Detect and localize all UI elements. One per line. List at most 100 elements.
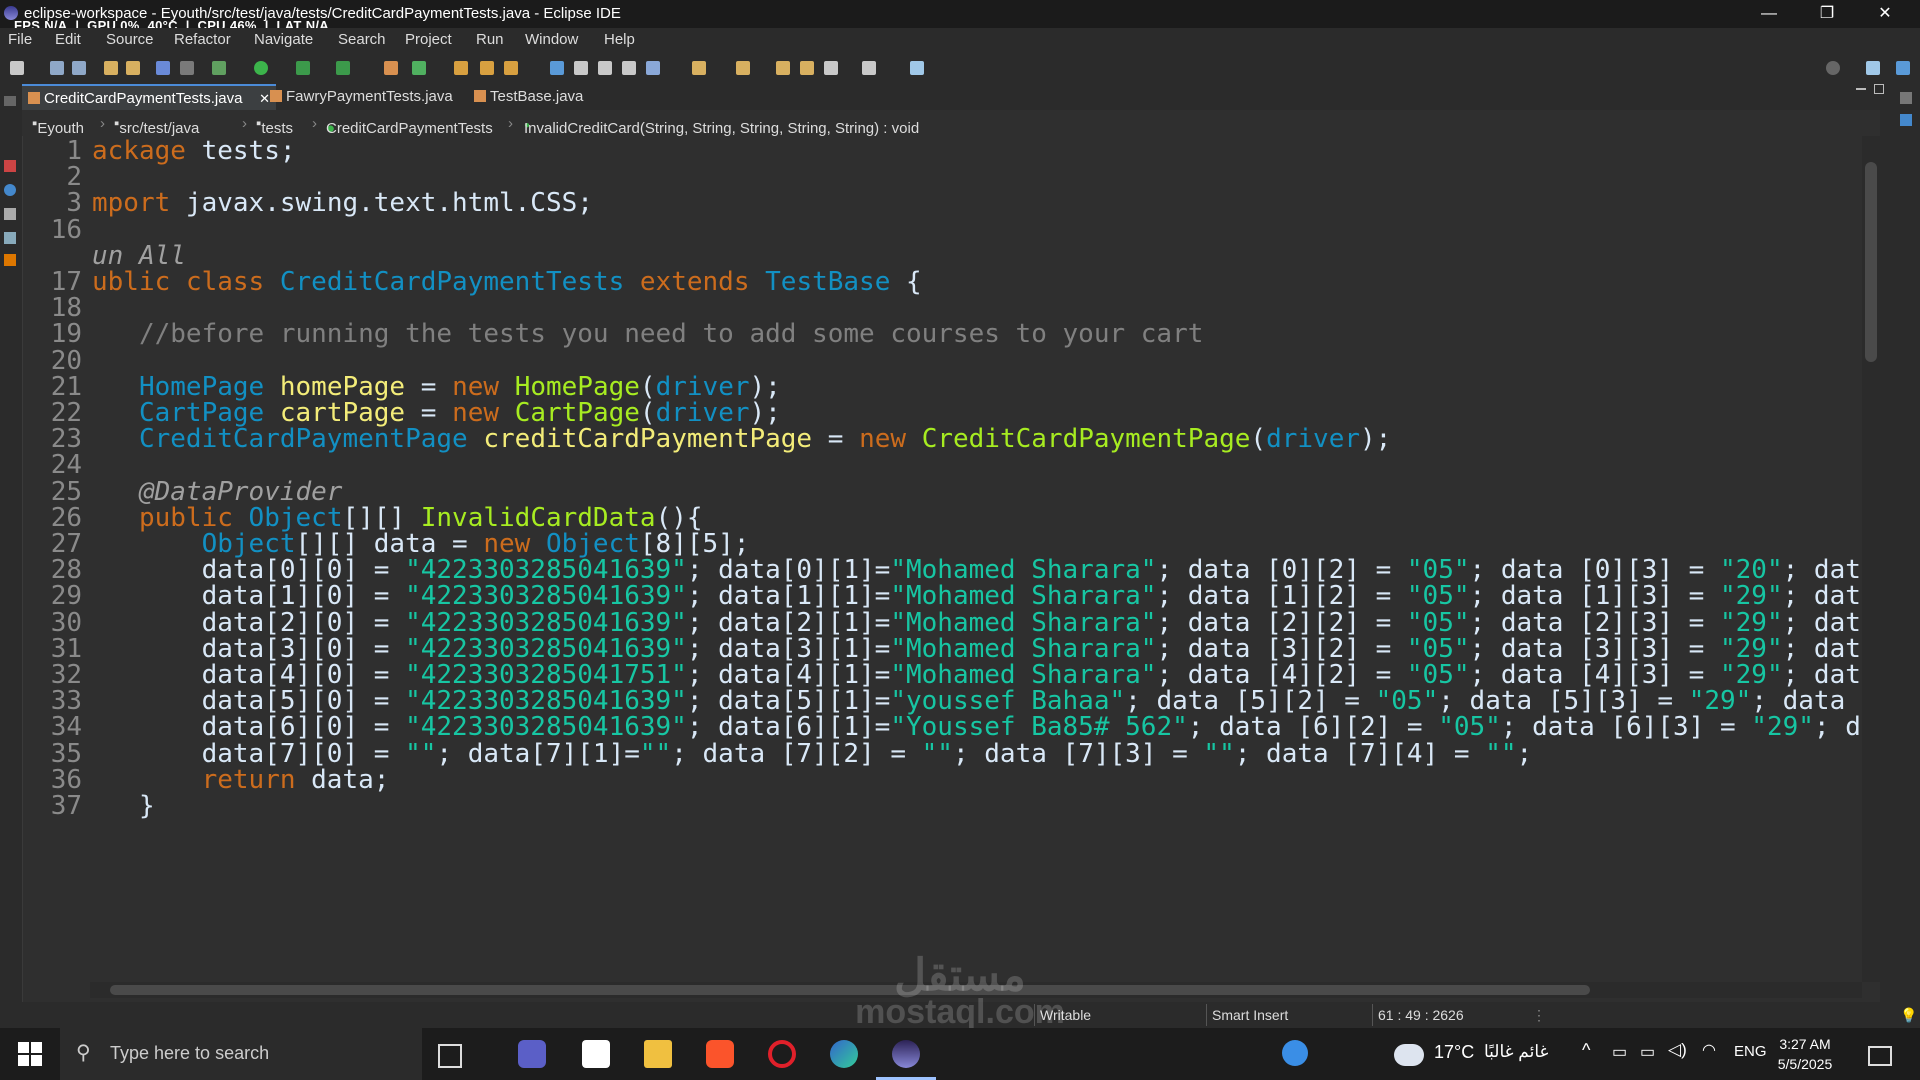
undo-icon[interactable] xyxy=(104,61,118,75)
menu-project[interactable]: Project xyxy=(405,31,452,48)
new-package-icon[interactable] xyxy=(384,61,398,75)
minimize-button[interactable]: — xyxy=(1740,0,1798,28)
edge-browser-icon[interactable] xyxy=(830,1040,858,1068)
battery-icon[interactable]: ▭ xyxy=(1640,1042,1655,1062)
breadcrumb: ▪ Eyouth › ▪ src/test/java › ▪ tests › ●… xyxy=(22,110,1880,137)
weather-cloud-icon[interactable] xyxy=(1394,1044,1424,1066)
menu-edit[interactable]: Edit xyxy=(55,31,81,48)
open-task-icon[interactable] xyxy=(480,61,494,75)
vertical-scrollbar[interactable] xyxy=(1862,136,1880,982)
brave-browser-icon[interactable] xyxy=(706,1040,734,1068)
open-perspective-icon[interactable] xyxy=(910,61,924,75)
tip-icon[interactable]: 💡 xyxy=(1900,1007,1917,1024)
notifications-icon[interactable] xyxy=(1868,1046,1892,1066)
microsoft-store-icon[interactable] xyxy=(582,1040,610,1068)
breadcrumb-package[interactable]: ▪ tests xyxy=(256,115,293,137)
menu-refactor[interactable]: Refactor xyxy=(174,31,231,48)
status-insert-mode[interactable]: Smart Insert xyxy=(1212,1007,1288,1023)
restore-button[interactable]: ❐ xyxy=(1798,0,1856,28)
java-file-icon xyxy=(28,92,40,104)
show-hidden-icons-icon[interactable]: ^ xyxy=(1582,1040,1590,1061)
watermark: مستقل mostaql.com xyxy=(855,951,1065,1031)
taskbar-clock[interactable]: 3:27 AM 5/5/2025 xyxy=(1760,1034,1850,1074)
wifi-icon[interactable]: ◠ xyxy=(1702,1040,1716,1060)
tab-creditcardpaymenttests[interactable]: CreditCardPaymentTests.java ✕ xyxy=(22,84,276,110)
tab-fawrypaymenttests[interactable]: FawryPaymentTests.java xyxy=(264,84,486,110)
minimized-outline-icon[interactable] xyxy=(1900,92,1912,104)
menu-source[interactable]: Source xyxy=(106,31,154,48)
breadcrumb-project[interactable]: ▪ Eyouth xyxy=(32,115,84,137)
vertical-scroll-thumb[interactable] xyxy=(1865,162,1877,362)
minimized-task-icon[interactable] xyxy=(1900,114,1912,126)
open-type-icon[interactable] xyxy=(454,61,468,75)
perspective-debug-icon[interactable] xyxy=(1896,61,1910,75)
breadcrumb-source-folder[interactable]: ▪ src/test/java xyxy=(114,115,199,137)
package-explorer-icon[interactable] xyxy=(4,160,16,172)
debug-icon[interactable] xyxy=(212,61,226,75)
console-icon[interactable] xyxy=(4,232,16,244)
quick-access-search-icon[interactable] xyxy=(1826,61,1840,75)
word-wrap-icon[interactable] xyxy=(622,61,636,75)
taskbar-search-box[interactable]: ⚲ Type here to search xyxy=(60,1028,422,1080)
redo-icon[interactable] xyxy=(126,61,140,75)
next-annotation-icon[interactable] xyxy=(692,61,706,75)
menu-run[interactable]: Run xyxy=(476,31,504,48)
line-text: ackage tests; xyxy=(92,136,296,166)
windows-start-icon[interactable] xyxy=(18,1042,42,1066)
save-all-icon[interactable] xyxy=(72,61,86,75)
code-editor[interactable]: 1 ackage tests; 2 3 mport javax.swing.text.h… xyxy=(24,136,1862,982)
editor-tabs: CreditCardPaymentTests.java ✕ FawryPayme… xyxy=(22,84,1884,110)
search-icon: ⚲ xyxy=(76,1042,91,1064)
minimize-editor-icon[interactable] xyxy=(1856,88,1866,90)
menu-search[interactable]: Search xyxy=(338,31,386,48)
back-icon[interactable] xyxy=(800,61,814,75)
task-view-icon[interactable] xyxy=(438,1044,462,1068)
opera-browser-icon[interactable] xyxy=(768,1040,796,1068)
run-icon[interactable] xyxy=(254,61,268,75)
weather-temperature[interactable]: 17°C xyxy=(1434,1042,1474,1063)
status-more-icon[interactable]: ⋮ xyxy=(1532,1007,1546,1024)
tab-testbase[interactable]: TestBase.java xyxy=(468,84,640,110)
toggle-mark-occurrences-icon[interactable] xyxy=(550,61,564,75)
meet-now-icon[interactable]: ▭ xyxy=(1612,1042,1627,1062)
coverage-icon[interactable] xyxy=(296,61,310,75)
eclipse-taskbar-icon[interactable] xyxy=(892,1040,920,1068)
volume-icon[interactable]: ◁) xyxy=(1668,1040,1687,1060)
save-icon[interactable] xyxy=(50,61,64,75)
forward-arrow-icon[interactable] xyxy=(862,61,876,75)
back-arrow-icon[interactable] xyxy=(824,61,838,75)
menu-help[interactable]: Help xyxy=(604,31,635,48)
task-list-icon[interactable] xyxy=(4,208,16,220)
weather-condition[interactable]: غائم غالبًا xyxy=(1484,1042,1548,1062)
outline-icon[interactable] xyxy=(4,184,16,196)
maximize-editor-icon[interactable] xyxy=(1874,84,1884,94)
external-tools-icon[interactable] xyxy=(336,61,350,75)
help-icon[interactable] xyxy=(1282,1040,1308,1066)
previous-annotation-icon[interactable] xyxy=(736,61,750,75)
terminal-icon[interactable] xyxy=(156,61,170,75)
pin-icon[interactable] xyxy=(646,61,660,75)
menu-navigate[interactable]: Navigate xyxy=(254,31,313,48)
junit-icon[interactable] xyxy=(4,254,16,266)
new-icon[interactable] xyxy=(10,61,24,75)
line-number: 37 xyxy=(50,791,82,821)
file-explorer-icon[interactable] xyxy=(644,1040,672,1068)
new-class-icon[interactable] xyxy=(412,61,426,75)
teams-icon[interactable] xyxy=(518,1040,546,1068)
status-cursor-position: 61 : 49 : 2626 xyxy=(1378,1007,1464,1023)
java-file-icon xyxy=(270,90,282,102)
last-edit-location-icon[interactable] xyxy=(776,61,790,75)
close-window-button[interactable]: ✕ xyxy=(1856,0,1914,28)
right-trim-bar xyxy=(1880,84,1920,1010)
skip-breakpoints-icon[interactable] xyxy=(180,61,194,75)
menu-file[interactable]: File xyxy=(8,31,32,48)
minimized-view-icon[interactable] xyxy=(4,96,16,106)
search-icon[interactable] xyxy=(504,61,518,75)
windows-taskbar: ⚲ Type here to search 17°C غائم غالبًا ^… xyxy=(0,1028,1920,1080)
toggle-block-selection-icon[interactable] xyxy=(574,61,588,75)
show-whitespace-icon[interactable] xyxy=(598,61,612,75)
line-text: //before running the tests you need to a… xyxy=(92,319,1204,350)
perspective-java-icon[interactable] xyxy=(1866,61,1880,75)
java-file-icon xyxy=(474,90,486,102)
menu-window[interactable]: Window xyxy=(525,31,578,48)
